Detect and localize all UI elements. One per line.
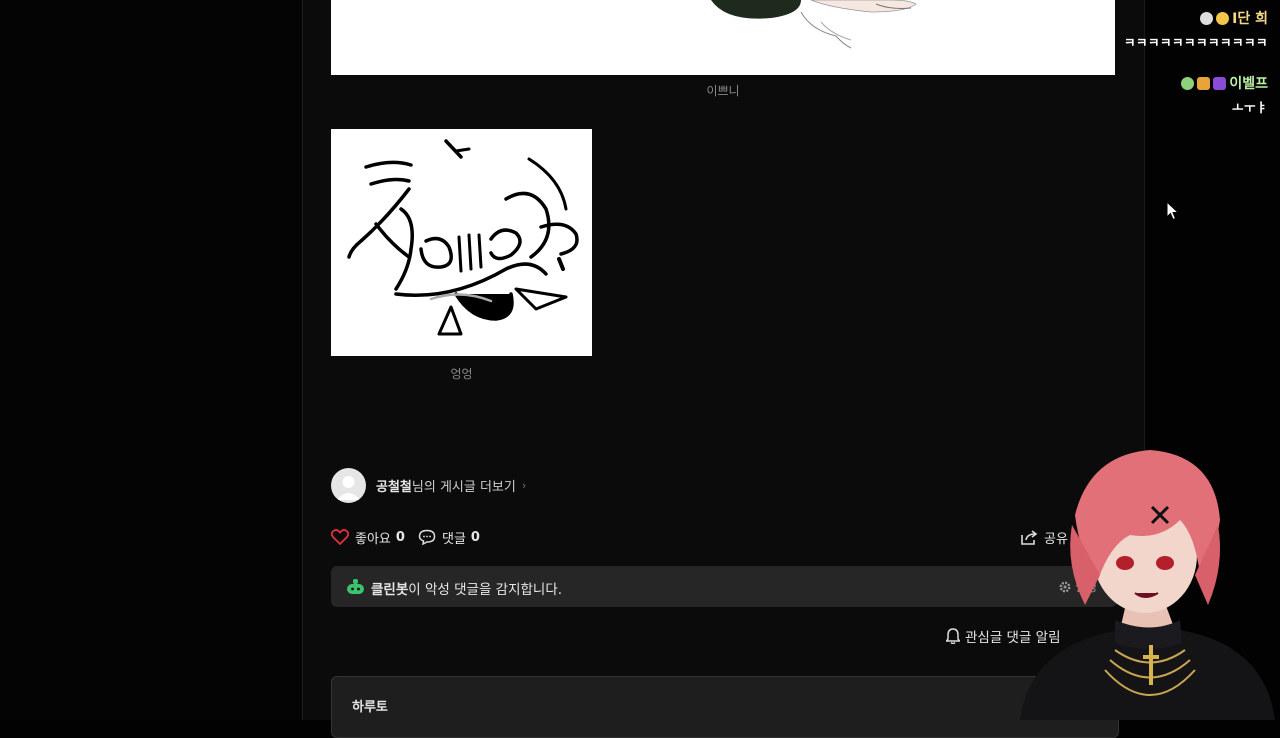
author-more-posts-suffix: 님의 게시글 더보기 [411, 479, 516, 495]
like-count: 0 [395, 529, 405, 545]
speech-bubble-icon [418, 529, 436, 545]
cleanbot-robot-icon [347, 579, 364, 594]
mouse-cursor-icon [1166, 201, 1180, 221]
like-label: 좋아요 [355, 531, 391, 547]
cleanbot-notice: 클린봇이 악성 댓글을 감지합니다. 설정 [331, 566, 1117, 607]
author-more-posts-link[interactable]: 공철철님의 게시글 더보기 › [331, 467, 526, 503]
chat-message: I단 희 ㅋㅋㅋㅋㅋㅋㅋㅋㅋㅋㅋㅋ [1124, 8, 1268, 51]
comment-label: 댓글 [442, 531, 466, 547]
subscriber-badge-icon [1216, 11, 1230, 25]
comment-count: 0 [470, 529, 480, 545]
emote-badge-icon [1181, 76, 1195, 90]
post-image-2[interactable] [331, 129, 592, 356]
author-avatar [331, 467, 366, 503]
chat-username-row: I단 희 [1124, 8, 1268, 28]
default-profile-icon [337, 475, 360, 500]
heart-icon [331, 529, 349, 545]
chevron-right-icon: › [521, 478, 527, 492]
chat-message-text: ㅋㅋㅋㅋㅋㅋㅋㅋㅋㅋㅋㅋ [1123, 35, 1268, 50]
image-1-caption: 이쁘니 [706, 84, 740, 98]
drawing-illustration [711, 0, 917, 49]
comment-author-name: 하루토 [352, 700, 388, 715]
image-2-caption: 엉엉 [450, 367, 473, 381]
chat-username: 이벨프 [1229, 76, 1268, 92]
chat-username-row: 이벨프 [1181, 73, 1268, 93]
chat-username: I단 희 [1232, 11, 1268, 27]
streamer-avatar-overlay [1020, 450, 1275, 720]
cleanbot-name: 클린봇 [371, 582, 409, 598]
handwritten-doodle [347, 139, 579, 336]
cleanbot-message: 클린봇이 악성 댓글을 감지합니다. [371, 578, 562, 598]
left-blank-panel [0, 0, 302, 720]
cleanbot-message-text: 이 악성 댓글을 감지합니다. [408, 582, 563, 598]
post-image-1[interactable] [331, 0, 1115, 75]
months-badge-icon [1197, 76, 1211, 90]
chat-message-text: ㅗㅜㅑ [1231, 100, 1268, 115]
chat-message: 이벨프 ㅗㅜㅑ [1181, 73, 1268, 116]
tier-badge-icon [1213, 76, 1227, 90]
emote-badge-icon [1200, 11, 1214, 25]
comment-write-box[interactable]: 하루토 [331, 676, 1119, 738]
author-name: 공철철 [376, 479, 412, 495]
like-button[interactable]: 좋아요 0 [331, 527, 405, 547]
author-more-posts-text: 공철철님의 게시글 더보기 [376, 476, 516, 495]
bell-icon [946, 628, 960, 644]
comment-button[interactable]: 댓글 0 [418, 527, 480, 547]
